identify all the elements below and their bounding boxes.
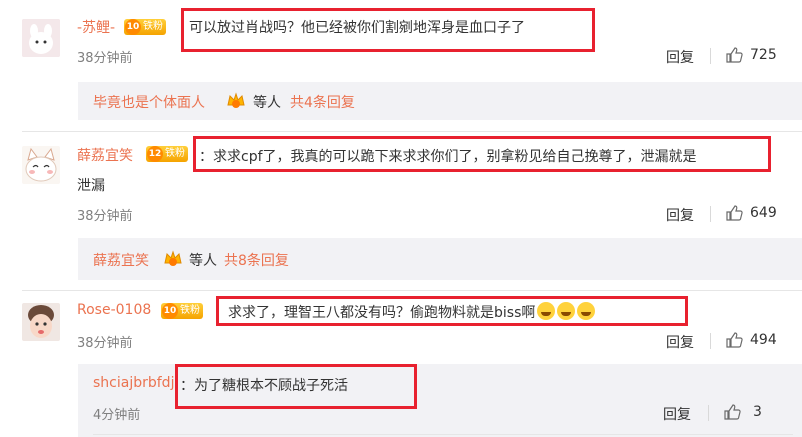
badge-text: 铁粉: [165, 148, 185, 159]
divider: [93, 434, 793, 435]
divider: [22, 290, 802, 291]
username[interactable]: -苏鲤-: [77, 17, 115, 37]
reply-author-link[interactable]: 毕竟也是个体面人: [93, 92, 205, 112]
badge-level: 10: [162, 303, 178, 319]
highlight-box: [181, 8, 595, 52]
crown-icon: [164, 250, 182, 266]
reply-button[interactable]: 回复: [666, 332, 694, 352]
sub-reply-button[interactable]: 回复: [663, 404, 691, 424]
avatar[interactable]: [22, 146, 60, 184]
reply-summary-middle: 等人: [189, 253, 217, 269]
divider: [22, 131, 802, 132]
badge-text: 铁粉: [143, 21, 163, 32]
crown-icon: [227, 92, 245, 108]
avatar[interactable]: [22, 303, 60, 341]
highlight-box: [216, 296, 688, 326]
sub-reply-timestamp: 4分钟前: [93, 408, 141, 423]
like-count: 494: [750, 332, 777, 348]
separator: [710, 206, 711, 222]
highlight-box: [175, 364, 417, 409]
reply-button[interactable]: 回复: [666, 47, 694, 67]
timestamp: 38分钟前: [77, 209, 133, 224]
comment-text-line2: 泄漏: [77, 178, 105, 194]
timestamp: 38分钟前: [77, 51, 133, 66]
like-count: 649: [750, 205, 777, 221]
thumbs-up-icon[interactable]: [723, 403, 741, 421]
thumbs-up-icon[interactable]: [725, 331, 743, 349]
like-count: 725: [750, 47, 777, 63]
reply-button[interactable]: 回复: [666, 205, 694, 225]
separator: [710, 48, 711, 64]
reply-count-link[interactable]: 共8条回复: [224, 250, 289, 270]
badge-text: 铁粉: [180, 305, 200, 316]
fan-badge[interactable]: 12 铁粉: [146, 146, 188, 162]
timestamp: 38分钟前: [77, 336, 133, 351]
badge-level: 10: [125, 19, 141, 35]
badge-level: 12: [147, 146, 163, 162]
username[interactable]: Rose-0108: [77, 302, 151, 318]
thumbs-up-icon[interactable]: [725, 204, 743, 222]
avatar[interactable]: [22, 19, 60, 57]
sub-reply-username[interactable]: shciajbrbfdj: [93, 375, 174, 391]
separator: [708, 405, 709, 421]
reply-summary-middle: 等人: [253, 95, 281, 111]
separator: [710, 333, 711, 349]
highlight-box: [193, 136, 771, 172]
thumbs-up-icon[interactable]: [725, 46, 743, 64]
replies-summary[interactable]: [78, 238, 802, 280]
username[interactable]: 薛荔宜笑: [77, 145, 133, 165]
sub-reply-like-count: 3: [753, 404, 762, 420]
fan-badge[interactable]: 10 铁粉: [161, 303, 203, 319]
reply-author-link[interactable]: 薛荔宜笑: [93, 250, 149, 270]
fan-badge[interactable]: 10 铁粉: [124, 19, 166, 35]
reply-count-link[interactable]: 共4条回复: [290, 92, 355, 112]
